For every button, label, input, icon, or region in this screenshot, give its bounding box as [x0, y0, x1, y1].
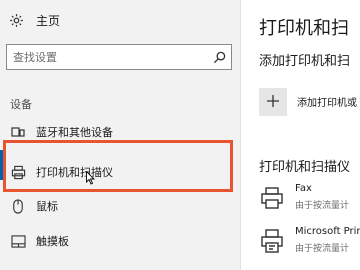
- pdf-printer-icon: [259, 228, 285, 254]
- mouse-icon: [10, 198, 26, 214]
- page-title: 打印机和扫: [259, 18, 349, 39]
- add-printer-label[interactable]: 添加打印机或: [297, 94, 357, 109]
- device-status: 由于按流量计: [295, 244, 350, 254]
- search-input[interactable]: [7, 50, 207, 64]
- device-item-microsoft-print[interactable]: Microsoft Prin 由于按流量计: [259, 226, 360, 256]
- section-heading-devices: 设备: [10, 98, 32, 111]
- main-content: 打印机和扫 添加打印机和扫 添加打印机或 打印机和扫描仪 Fax 由于按流量计: [241, 0, 360, 270]
- printers-scanners-heading: 打印机和扫描仪: [259, 160, 351, 175]
- device-name: Microsoft Prin: [295, 226, 360, 237]
- sidebar-item-label: 触摸板: [36, 235, 69, 248]
- sidebar-item-label: 鼠标: [36, 200, 58, 213]
- sidebar-item-label: 蓝牙和其他设备: [36, 126, 113, 139]
- gear-icon: [8, 12, 24, 28]
- add-printers-heading: 添加打印机和扫: [259, 54, 351, 69]
- device-item-fax[interactable]: Fax 由于按流量计: [259, 183, 360, 213]
- mouse-cursor-icon: [86, 170, 96, 185]
- search-icon[interactable]: [207, 45, 231, 69]
- device-name: Fax: [295, 183, 312, 194]
- plus-icon: [266, 93, 280, 112]
- touchpad-icon: [10, 233, 26, 249]
- home-label: 主页: [36, 13, 61, 28]
- add-printer-button[interactable]: [259, 88, 287, 116]
- settings-sidebar: 主页 设备 蓝牙和其他设备 打印机和扫描仪: [0, 0, 240, 270]
- device-status: 由于按流量计: [295, 201, 350, 211]
- settings-search-box[interactable]: [6, 44, 232, 70]
- fax-printer-icon: [259, 185, 285, 211]
- annotation-highlight-box: [3, 140, 233, 192]
- sidebar-item-touchpad[interactable]: 触摸板: [0, 230, 240, 252]
- bluetooth-devices-icon: [10, 124, 26, 140]
- sidebar-item-mouse[interactable]: 鼠标: [0, 195, 240, 217]
- home-nav-item[interactable]: 主页: [8, 10, 60, 30]
- sidebar-item-bluetooth[interactable]: 蓝牙和其他设备: [0, 122, 240, 142]
